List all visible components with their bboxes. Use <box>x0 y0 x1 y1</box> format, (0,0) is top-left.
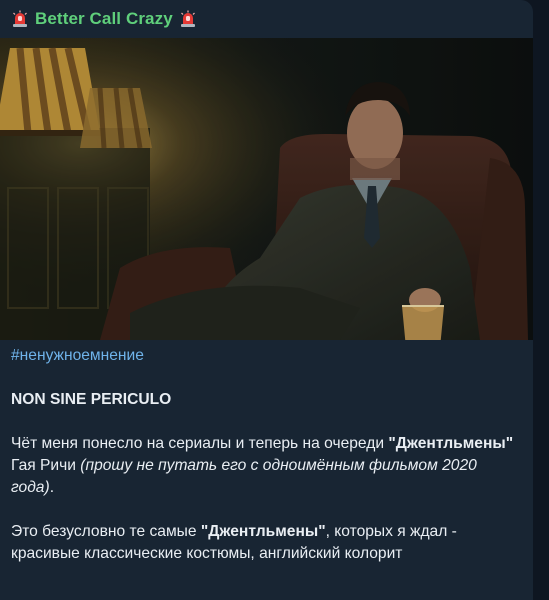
photo-illustration <box>0 38 533 340</box>
channel-name[interactable]: Better Call Crazy <box>35 9 173 29</box>
text-span: . <box>49 479 55 496</box>
post-paragraph-1: Чёт меня понесло на сериалы и теперь на … <box>11 433 521 499</box>
post-photo[interactable] <box>0 38 533 340</box>
police-light-icon <box>13 10 27 27</box>
post-text: #ненужноемнение NON SINE PERICULO Чёт ме… <box>11 345 521 565</box>
text-span: Гая Ричи <box>11 457 81 474</box>
police-light-icon <box>180 10 195 27</box>
show-title: "Джентльмены" <box>388 435 514 452</box>
channel-post: Better Call Crazy #ненужноемнение NON SI… <box>0 0 533 600</box>
text-span: Чёт меня понесло на сериалы и теперь на … <box>11 435 389 452</box>
channel-header[interactable]: Better Call Crazy <box>0 0 533 38</box>
hashtag-link[interactable]: #ненужноемнение <box>11 345 521 367</box>
italic-note: (прошу не путать его с одноимённым фильм… <box>11 457 477 496</box>
post-paragraph-2: Это безусловно те самые "Джентльмены", к… <box>11 521 521 565</box>
post-heading: NON SINE PERICULO <box>11 391 172 408</box>
show-title: "Джентльмены" <box>200 523 326 540</box>
text-span: Это безусловно те самые <box>11 523 201 540</box>
